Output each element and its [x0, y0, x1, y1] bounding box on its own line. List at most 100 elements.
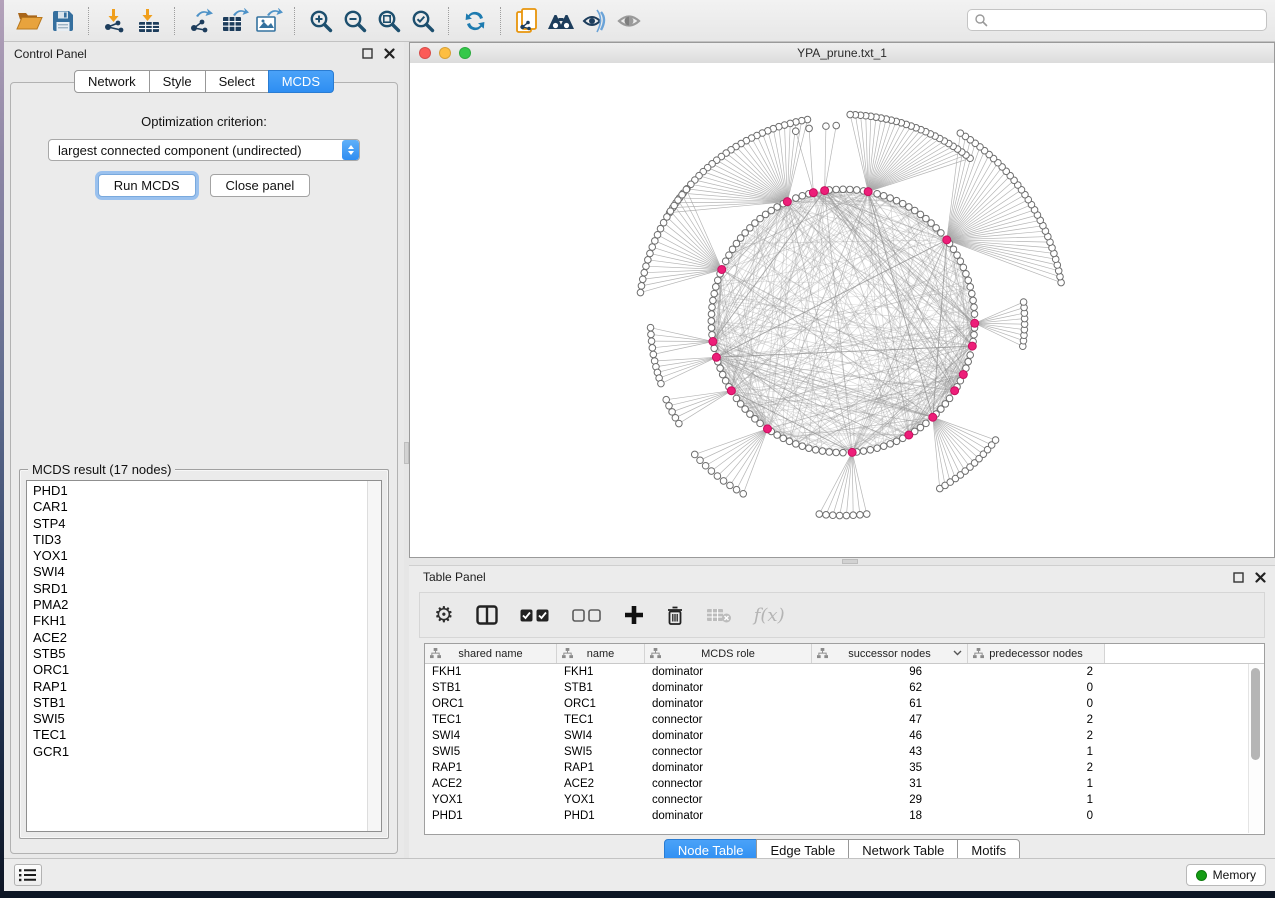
table-cell[interactable]: 35 — [812, 762, 968, 774]
mcds-hub-node[interactable] — [905, 431, 913, 439]
network-node[interactable] — [708, 325, 715, 332]
network-node[interactable] — [819, 448, 826, 455]
table-cell[interactable]: 0 — [968, 698, 1105, 710]
mcds-result-item[interactable]: TID3 — [33, 532, 365, 548]
table-cell[interactable]: ACE2 — [557, 778, 645, 790]
network-node[interactable] — [847, 186, 854, 193]
mcds-result-list[interactable]: PHD1CAR1STP4TID3YOX1SWI4SRD1PMA2FKH1ACE2… — [26, 480, 382, 832]
network-node[interactable] — [965, 358, 972, 365]
horizontal-splitter[interactable] — [409, 558, 1275, 565]
satellite-node[interactable] — [639, 276, 646, 283]
zoom-fit-content-icon[interactable] — [374, 6, 404, 36]
table-cell[interactable]: STB1 — [557, 682, 645, 694]
network-node[interactable] — [893, 438, 900, 445]
satellite-node[interactable] — [833, 122, 840, 129]
network-node[interactable] — [954, 252, 961, 259]
network-node[interactable] — [719, 371, 726, 378]
mcds-hub-node[interactable] — [951, 387, 959, 395]
satellite-node[interactable] — [658, 380, 665, 387]
import-table-from-file-icon[interactable] — [134, 6, 164, 36]
network-node[interactable] — [911, 207, 918, 214]
satellite-node[interactable] — [643, 263, 650, 270]
table-row[interactable]: PHD1PHD1dominator180 — [425, 808, 1264, 824]
optimization-criterion-select[interactable]: largest connected component (undirected) — [48, 139, 360, 161]
satellite-node[interactable] — [836, 512, 843, 519]
table-cell[interactable]: ORC1 — [425, 698, 557, 710]
column-header-MCDS-role[interactable]: MCDS role — [645, 644, 812, 663]
table-cell[interactable]: dominator — [645, 666, 812, 678]
table-cell[interactable]: dominator — [645, 810, 812, 822]
satellite-node[interactable] — [645, 257, 652, 264]
table-cell[interactable]: connector — [645, 714, 812, 726]
network-node[interactable] — [757, 420, 764, 427]
satellite-node[interactable] — [652, 238, 659, 245]
satellite-node[interactable] — [830, 512, 837, 519]
satellite-node[interactable] — [733, 486, 740, 493]
network-node[interactable] — [971, 311, 978, 318]
network-node[interactable] — [793, 195, 800, 202]
satellite-node[interactable] — [1020, 299, 1027, 306]
mcds-result-item[interactable]: STB5 — [33, 646, 365, 662]
table-cell[interactable]: 1 — [968, 778, 1105, 790]
satellite-node[interactable] — [992, 437, 999, 444]
table-cell[interactable]: RAP1 — [425, 762, 557, 774]
table-cell[interactable]: 46 — [812, 730, 968, 742]
mcds-hub-node[interactable] — [727, 387, 735, 395]
network-node[interactable] — [957, 258, 964, 265]
satellite-node[interactable] — [843, 512, 850, 519]
table-cell[interactable]: ORC1 — [557, 698, 645, 710]
table-cell[interactable]: TEC1 — [425, 714, 557, 726]
network-window-titlebar[interactable]: YPA_prune.txt_1 — [410, 43, 1274, 64]
mcds-hub-node[interactable] — [929, 413, 937, 421]
satellite-node[interactable] — [702, 462, 709, 469]
network-node[interactable] — [967, 352, 974, 359]
mcds-hub-node[interactable] — [848, 448, 856, 456]
table-row[interactable]: SWI4SWI4dominator462 — [425, 728, 1264, 744]
table-cell[interactable]: SWI4 — [557, 730, 645, 742]
mcds-hub-node[interactable] — [968, 342, 976, 350]
search-input[interactable] — [988, 12, 1266, 28]
table-cell[interactable]: connector — [645, 746, 812, 758]
network-node[interactable] — [726, 252, 733, 259]
satellite-node[interactable] — [697, 457, 704, 464]
table-cell[interactable]: 43 — [812, 746, 968, 758]
window-close-icon[interactable] — [419, 47, 431, 59]
satellite-node[interactable] — [676, 420, 683, 427]
network-node[interactable] — [853, 187, 860, 194]
satellite-node[interactable] — [666, 402, 673, 409]
create-column-icon[interactable] — [624, 600, 644, 630]
mcds-result-item[interactable]: STP4 — [33, 516, 365, 532]
mcds-result-item[interactable]: CAR1 — [33, 499, 365, 515]
tab-style[interactable]: Style — [149, 70, 206, 93]
satellite-node[interactable] — [806, 125, 813, 132]
mcds-hub-node[interactable] — [959, 371, 967, 379]
network-node[interactable] — [970, 297, 977, 304]
satellite-node[interactable] — [847, 111, 854, 118]
network-node[interactable] — [874, 445, 881, 452]
satellite-node[interactable] — [792, 128, 799, 135]
close-panel-button[interactable]: Close panel — [210, 174, 311, 197]
table-cell[interactable]: SWI5 — [425, 746, 557, 758]
mcds-hub-node[interactable] — [718, 266, 726, 274]
table-cell[interactable]: ACE2 — [425, 778, 557, 790]
network-canvas[interactable] — [410, 63, 1274, 557]
table-scrollbar-thumb[interactable] — [1251, 668, 1260, 760]
mcds-result-item[interactable]: PHD1 — [33, 483, 365, 499]
network-node[interactable] — [963, 270, 970, 277]
delete-column-icon[interactable] — [666, 600, 684, 630]
mcds-hub-node[interactable] — [712, 353, 720, 361]
table-cell[interactable]: 2 — [968, 666, 1105, 678]
table-row[interactable]: YOX1YOX1connector291 — [425, 792, 1264, 808]
network-node[interactable] — [880, 443, 887, 450]
satellite-node[interactable] — [647, 324, 654, 331]
mcds-result-item[interactable]: SWI4 — [33, 564, 365, 580]
network-node[interactable] — [867, 446, 874, 453]
satellite-node[interactable] — [708, 468, 715, 475]
network-node[interactable] — [799, 192, 806, 199]
table-row[interactable]: STB1STB1dominator620 — [425, 680, 1264, 696]
table-cell[interactable]: 0 — [968, 810, 1105, 822]
mcds-hub-node[interactable] — [971, 319, 979, 327]
network-node[interactable] — [971, 304, 978, 311]
open-session-icon[interactable] — [14, 6, 44, 36]
satellite-node[interactable] — [727, 482, 734, 489]
